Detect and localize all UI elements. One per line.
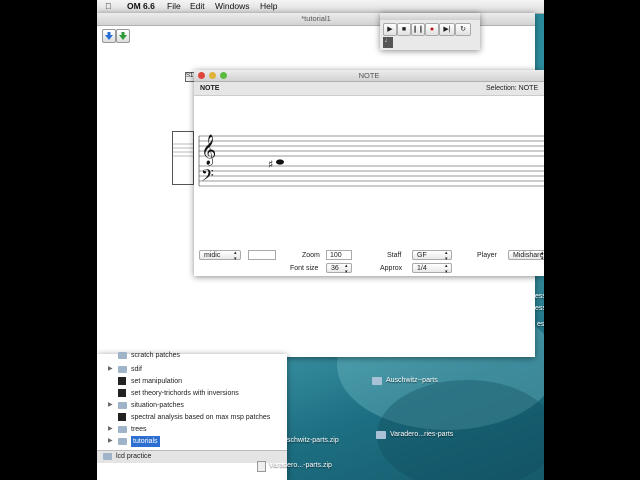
note-editor-titlebar: NOTE	[194, 70, 544, 82]
desktop-side-label[interactable]: ess	[535, 293, 544, 300]
zoom-field[interactable]: 100	[326, 250, 352, 260]
midic-select[interactable]: midic	[199, 250, 241, 262]
list-item-label: situation-patches	[131, 402, 184, 409]
step-forward-icon: ▶|	[443, 26, 451, 33]
step-forward-button[interactable]: ▶|	[439, 23, 455, 36]
folder-icon	[103, 453, 112, 460]
folder-icon[interactable]	[372, 377, 382, 385]
menu-bar:  OM 6.6 File Edit Windows Help	[97, 0, 544, 14]
patch-file-icon	[118, 377, 126, 385]
selection-text: Selection: NOTE	[486, 85, 539, 92]
player-label: Player	[477, 252, 497, 259]
menu-app-name[interactable]: OM 6.6	[127, 1, 155, 11]
transport-palette: ▶ ■ ❙❙ ● ▶| ↻ ♩	[380, 13, 480, 50]
fontsize-select[interactable]: 36	[326, 263, 352, 275]
list-item[interactable]: ▶ situation-patches	[97, 400, 287, 411]
pause-button[interactable]: ❙❙	[411, 23, 425, 36]
stop-icon: ■	[401, 26, 407, 33]
play-icon: ▶	[387, 26, 393, 33]
list-item[interactable]: spectral analysis based on max msp patch…	[97, 412, 287, 423]
desktop-zip-auschwitz[interactable]: schwitz-parts.zip	[287, 437, 339, 444]
note-editor-window: NOTE NOTE Selection: NOTE 𝄞 𝄢 ♯ midic ▴▾…	[194, 70, 544, 276]
treble-clef-icon: 𝄞	[201, 134, 216, 166]
disclosure-triangle-icon[interactable]: ▶	[108, 400, 113, 411]
stop-button[interactable]: ■	[397, 23, 411, 36]
record-icon: ●	[429, 26, 435, 33]
green-down-arrow-icon	[119, 32, 127, 40]
menu-help[interactable]: Help	[260, 1, 277, 11]
disclosure-triangle-icon[interactable]: ▶	[108, 364, 113, 375]
folder-icon	[118, 352, 127, 359]
desktop-zip-varadero[interactable]: Varadero...-parts.zip	[269, 462, 332, 469]
zip-file-icon[interactable]	[257, 461, 266, 472]
approx-select[interactable]: 1/4	[412, 263, 452, 275]
apple-menu-icon[interactable]: 	[105, 1, 111, 11]
list-item-label: set theory-trichords with inversions	[131, 390, 239, 397]
menu-windows[interactable]: Windows	[215, 1, 249, 11]
disclosure-triangle-icon[interactable]: ▶	[108, 424, 113, 435]
desktop-folder-auschwitz[interactable]: Auschwitz--parts	[386, 377, 438, 384]
score-staff[interactable]: 𝄞 𝄢 ♯	[194, 126, 544, 190]
list-item-label: sdif	[131, 366, 142, 373]
desktop-folder-varadero[interactable]: Varadero...ries-parts	[390, 431, 453, 438]
transport-titlebar	[380, 13, 480, 20]
loop-icon: ↻	[460, 26, 466, 33]
list-item-label: trees	[131, 426, 147, 433]
fontsize-label: Font size	[290, 265, 319, 272]
pause-icon: ❙❙	[412, 26, 424, 33]
note-head[interactable]	[276, 159, 284, 165]
folder-icon[interactable]	[376, 431, 386, 439]
mini-staff-icon	[173, 143, 193, 157]
folder-icon	[118, 402, 127, 409]
record-button[interactable]: ●	[425, 23, 439, 36]
list-item[interactable]: ▶ sdif	[97, 364, 287, 375]
folder-icon	[118, 426, 127, 433]
folder-icon	[118, 366, 127, 373]
desktop-side-label[interactable]: ess	[537, 321, 544, 328]
list-item-label: scratch patches	[131, 352, 181, 359]
path-label[interactable]: lcd practice	[116, 453, 151, 460]
menu-file[interactable]: File	[167, 1, 181, 11]
quarter-sharp-icon: ♯	[268, 158, 273, 171]
patch-down-arrow-button[interactable]	[102, 29, 116, 43]
list-item[interactable]: ▶ trees	[97, 424, 287, 435]
zoom-label: Zoom	[302, 252, 320, 259]
desktop:  OM 6.6 File Edit Windows Help *tutoria…	[97, 0, 544, 480]
note-editor-title: NOTE	[358, 71, 380, 80]
patch-file-icon	[118, 413, 126, 421]
staff-select[interactable]: GF	[412, 250, 452, 262]
patch-green-arrow-button[interactable]	[116, 29, 130, 43]
patch-note-box[interactable]	[172, 131, 194, 185]
list-item[interactable]: scratch patches	[97, 350, 287, 361]
list-item-label: spectral analysis based on max msp patch…	[131, 414, 271, 421]
disclosure-triangle-icon[interactable]: ▶	[108, 436, 113, 447]
list-item[interactable]: ▶ tutorials	[97, 436, 287, 447]
list-item-label: set manipulation	[131, 378, 182, 385]
loop-button[interactable]: ↻	[455, 23, 471, 36]
bass-clef-icon: 𝄢	[201, 165, 214, 189]
header-label: NOTE	[200, 85, 220, 92]
folder-icon	[118, 438, 127, 445]
metronome-icon[interactable]: ♩	[383, 37, 393, 48]
approx-label: Approx	[380, 265, 403, 272]
list-item[interactable]: set theory-trichords with inversions	[97, 388, 287, 399]
midic-value-field[interactable]	[248, 250, 276, 260]
patch-file-icon	[118, 389, 126, 397]
menu-edit[interactable]: Edit	[190, 1, 205, 11]
desktop-side-label[interactable]: ess	[535, 305, 544, 312]
play-button[interactable]: ▶	[383, 23, 397, 36]
list-item-label-selected: tutorials	[131, 436, 160, 447]
staff-label: Staff	[387, 252, 402, 259]
player-select[interactable]: Midishare	[508, 250, 544, 260]
note-editor-header: NOTE Selection: NOTE	[194, 82, 544, 96]
blue-down-arrow-icon	[105, 32, 113, 40]
list-item[interactable]: set manipulation	[97, 376, 287, 387]
